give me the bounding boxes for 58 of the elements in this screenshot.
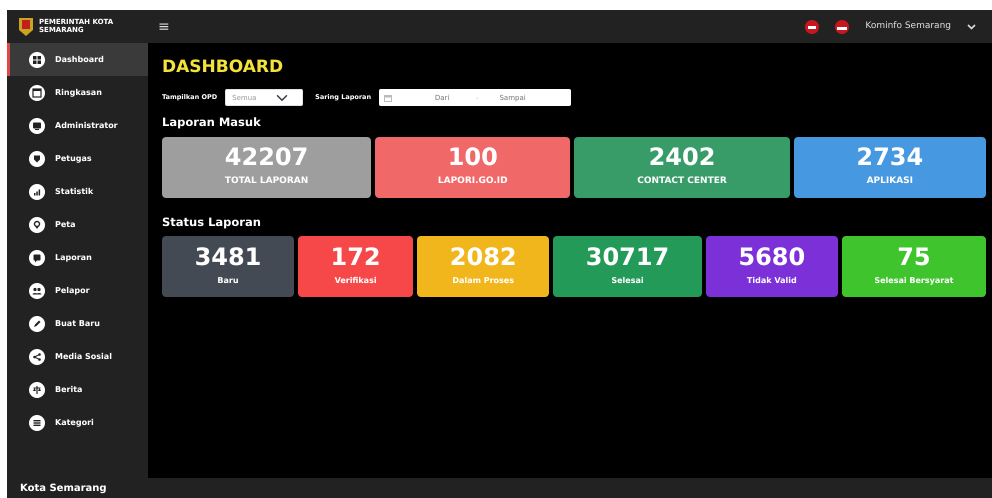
sidebar-item[interactable]: Peta xyxy=(7,208,148,241)
menu-toggle[interactable]: ≡ xyxy=(152,20,176,34)
stat-card[interactable]: 30717 Selesai xyxy=(553,236,702,297)
sidebar-item[interactable]: Laporan xyxy=(7,241,148,274)
stat-value: 30717 xyxy=(586,245,670,270)
monitor-icon xyxy=(29,118,45,134)
scale-icon xyxy=(29,382,45,398)
stat-value: 172 xyxy=(330,245,381,270)
stat-label: Baru xyxy=(217,275,239,288)
pencil-icon xyxy=(29,316,45,332)
stat-value: 2734 xyxy=(856,145,924,170)
sidebar-item[interactable]: Petugas xyxy=(7,142,148,175)
users-icon xyxy=(29,282,45,298)
sidebar-item[interactable]: Administrator xyxy=(7,109,148,142)
stat-card[interactable]: 3481 Baru xyxy=(162,236,294,297)
logo-icon xyxy=(805,20,820,34)
message-icon xyxy=(29,250,45,266)
stat-label: Tidak Valid xyxy=(746,275,797,288)
stat-label: Dalam Proses xyxy=(452,275,514,288)
sidebar-item[interactable]: Berita xyxy=(7,373,148,406)
sidebar-item[interactable]: Ringkasan xyxy=(7,76,148,109)
footer-text: Kota Semarang xyxy=(20,482,107,496)
stat-value: 2402 xyxy=(648,145,716,170)
stat-card[interactable]: 172 Verifikasi xyxy=(298,236,414,297)
sidebar-item[interactable]: Pelapor xyxy=(7,274,148,307)
stat-label: Selesai Bersyarat xyxy=(874,275,954,288)
shield-icon xyxy=(29,150,45,166)
stat-label: Selesai xyxy=(611,275,644,288)
stat-value: 2082 xyxy=(450,245,517,270)
section-heading: Status Laporan xyxy=(162,214,262,231)
chevron-down-icon[interactable] xyxy=(967,24,976,30)
stat-value: 75 xyxy=(897,245,931,270)
sidebar-item[interactable]: Kategori xyxy=(7,406,148,439)
stat-card[interactable]: 5680 Tidak Valid xyxy=(706,236,838,297)
crest-icon xyxy=(18,16,34,36)
stat-value: 3481 xyxy=(194,245,262,270)
stat-label: CONTACT CENTER xyxy=(637,175,727,188)
bar-chart-icon xyxy=(29,184,45,200)
sidebar-item[interactable]: Dashboard xyxy=(7,43,148,76)
stat-label: Verifikasi xyxy=(334,275,377,288)
stat-value: 42207 xyxy=(224,145,308,170)
location-icon xyxy=(29,216,45,232)
stat-label: APLIKASI xyxy=(866,175,913,188)
section-heading: Laporan Masuk xyxy=(162,114,262,132)
page-title: DASHBOARD xyxy=(162,57,284,78)
stat-value: 5680 xyxy=(738,245,806,270)
user-name[interactable]: Kominfo Semarang xyxy=(865,20,951,34)
calendar-icon xyxy=(29,84,45,100)
sidebar-item[interactable]: Media Sosial xyxy=(7,340,148,373)
sidebar-item[interactable]: Buat Baru xyxy=(7,307,148,340)
sidebar-item[interactable]: Statistik xyxy=(7,175,148,208)
logo-icon xyxy=(835,20,850,34)
share-icon xyxy=(29,348,45,364)
stat-value: 100 xyxy=(448,145,498,170)
stat-label: TOTAL LAPORAN xyxy=(224,175,308,188)
list-icon xyxy=(29,414,45,430)
grid-icon xyxy=(29,52,45,68)
stat-label: LAPORI.GO.ID xyxy=(438,175,508,188)
